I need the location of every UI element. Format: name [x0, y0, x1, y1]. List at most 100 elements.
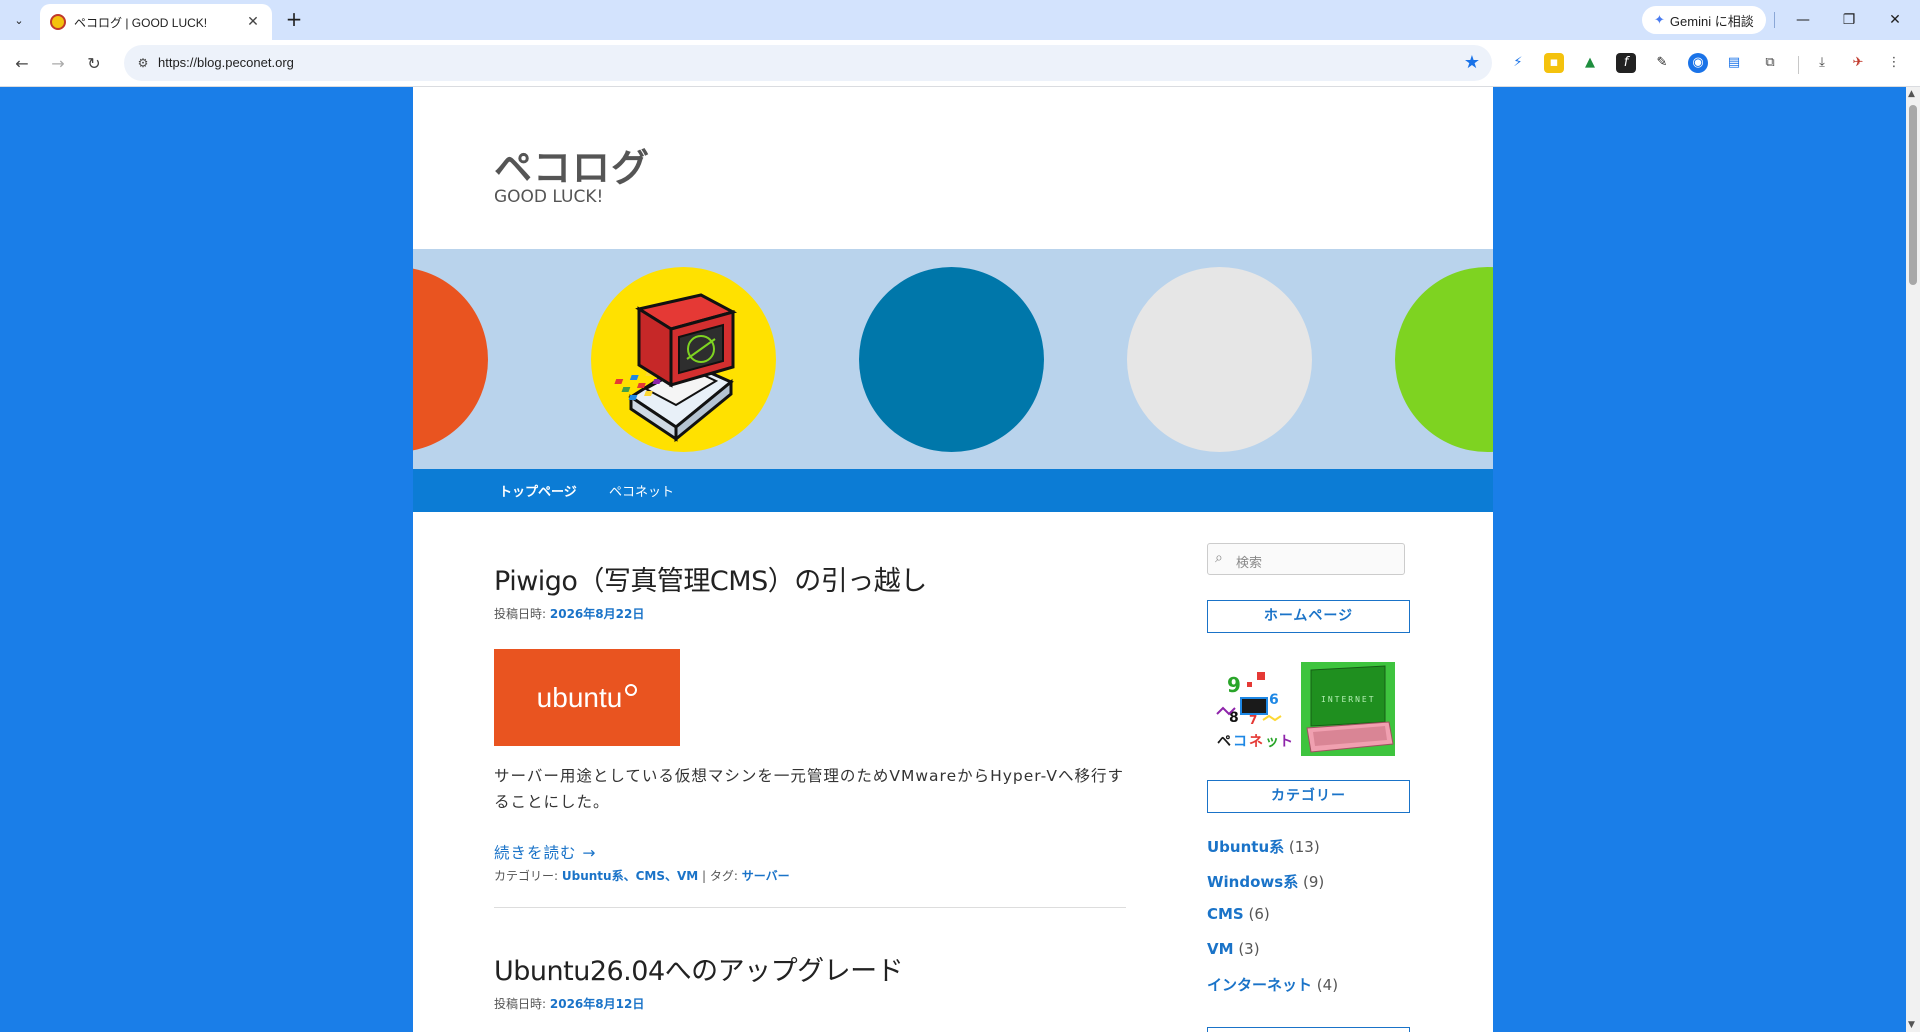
post-category-links[interactable]: Ubuntu系、CMS、VM [562, 869, 698, 883]
svg-text:ッ: ッ [1265, 734, 1279, 750]
tab-strip: ⌄ ペコログ | GOOD LUCK! ✕ + ✦ Gemini に相談 — ❐… [0, 0, 1920, 40]
scroll-down-arrow-icon[interactable]: ▼ [1908, 1020, 1915, 1030]
header-circle-yellow [591, 267, 776, 452]
category-link[interactable]: Ubuntu系 [1207, 838, 1284, 856]
download-icon[interactable]: ⤓ [1812, 53, 1832, 73]
category-item: CMS (6) [1207, 905, 1270, 923]
category-count: (6) [1248, 905, 1270, 923]
peconet-banner[interactable]: 9 6 8 7 ペ コ ネ ッ ト [1213, 662, 1297, 754]
svg-text:7: 7 [1249, 713, 1257, 727]
ubuntu-logo-icon [625, 683, 638, 696]
url-text[interactable]: https://blog.peconet.org [158, 55, 294, 70]
internet-banner[interactable]: INTERNET [1301, 662, 1395, 756]
category-link[interactable]: VM [1207, 940, 1234, 958]
gemini-label: Gemini に相談 [1669, 13, 1754, 29]
pen-extension-icon[interactable]: ✎ [1652, 53, 1672, 73]
note-extension-icon[interactable]: ▪ [1544, 53, 1564, 73]
post-title[interactable]: Piwigo（写真管理CMS）の引っ越し [494, 559, 927, 598]
svg-text:INTERNET: INTERNET [1321, 695, 1376, 704]
doc-extension-icon[interactable]: ▤ [1724, 53, 1744, 73]
header-image[interactable] [413, 249, 1493, 469]
category-item: インターネット (4) [1207, 974, 1338, 995]
menu-kebab-icon[interactable]: ⋮ [1884, 53, 1904, 73]
reload-icon[interactable]: ↻ [82, 52, 106, 76]
post-date-link[interactable]: 2026年8月12日 [550, 997, 644, 1011]
restore-icon[interactable]: ❐ [1834, 8, 1864, 32]
page-scrollbar[interactable]: ▲ ▼ [1906, 87, 1920, 1032]
header-circle-blue [859, 267, 1044, 452]
new-tab-button[interactable]: + [282, 8, 306, 32]
post-tag-link[interactable]: サーバー [742, 869, 790, 883]
back-arrow-icon[interactable]: ← [10, 52, 34, 76]
post-excerpt: サーバー用途としている仮想マシンを一元管理のためVMwareからHyper-Vへ… [494, 767, 1124, 811]
post-meta: 投稿日時: 2026年8月12日 [494, 995, 644, 1012]
category-count: (4) [1316, 976, 1339, 994]
svg-text:ネ: ネ [1249, 734, 1263, 750]
search-icon: ⌕ [1215, 550, 1223, 566]
font-extension-icon[interactable]: f [1616, 53, 1636, 73]
category-item: VM (3) [1207, 940, 1260, 958]
gemini-button[interactable]: ✦ Gemini に相談 [1642, 6, 1766, 34]
separator [1798, 56, 1799, 74]
separator [1774, 12, 1775, 28]
posted-label: 投稿日時: [494, 607, 547, 621]
category-link[interactable]: CMS [1207, 905, 1244, 923]
computer-illustration-icon [614, 293, 738, 443]
post-footer-meta: カテゴリー: Ubuntu系、CMS、VM | タグ: サーバー [494, 867, 790, 884]
main-navigation: トップページ ペコネット [413, 469, 1493, 512]
post-thumbnail[interactable]: ubuntu [494, 649, 680, 746]
svg-text:6: 6 [1269, 692, 1279, 708]
favicon-icon [50, 14, 66, 30]
next-widget-title [1207, 1027, 1410, 1032]
header-circle-green [1395, 267, 1493, 452]
active-tab[interactable]: ペコログ | GOOD LUCK! ✕ [40, 4, 272, 40]
site-info-icon[interactable]: ⚙ [134, 54, 152, 72]
tab-title: ペコログ | GOOD LUCK! [74, 15, 208, 30]
nav-item-peconet[interactable]: ペコネット [609, 481, 674, 500]
svg-text:ペ: ペ [1217, 734, 1231, 750]
scroll-up-arrow-icon[interactable]: ▲ [1908, 89, 1915, 99]
scroll-thumb[interactable] [1909, 105, 1917, 285]
minimize-icon[interactable]: — [1788, 8, 1818, 32]
category-link[interactable]: インターネット [1207, 976, 1312, 994]
category-item: Ubuntu系 (13) [1207, 836, 1320, 857]
post-title[interactable]: Ubuntu26.04へのアップグレード [494, 949, 904, 988]
close-window-icon[interactable]: ✕ [1880, 8, 1910, 32]
bolt-extension-icon[interactable]: ⚡ [1508, 53, 1528, 73]
post-meta: 投稿日時: 2026年8月22日 [494, 605, 644, 622]
category-count: (3) [1238, 940, 1260, 958]
header-circle-orange [413, 267, 488, 452]
posted-label: 投稿日時: [494, 997, 547, 1011]
internet-laptop-icon: INTERNET [1301, 662, 1395, 756]
address-bar[interactable]: ⚙ https://blog.peconet.org ★ [124, 45, 1492, 81]
tab-search-chevron-icon[interactable]: ⌄ [8, 9, 30, 31]
category-item: Windows系 (9) [1207, 871, 1324, 892]
ubuntu-logo-text: ubuntu [536, 681, 623, 713]
svg-text:コ: コ [1233, 734, 1247, 750]
nav-item-top-page[interactable]: トップページ [499, 481, 577, 500]
read-more-link[interactable]: 続きを読む → [494, 841, 596, 863]
profile-avatar-icon[interactable]: ✈ [1848, 53, 1868, 73]
bookmark-star-icon[interactable]: ★ [1464, 52, 1480, 73]
category-count: (9) [1302, 873, 1325, 891]
puzzle-extensions-icon[interactable]: ⧉ [1760, 53, 1780, 73]
page-container: ペコログ GOOD LUCK! トップページ ペコネット Piwigo（写真管理… [413, 87, 1493, 1032]
category-count: (13) [1288, 838, 1320, 856]
category-label: カテゴリー: [494, 869, 559, 883]
search-placeholder: 検索 [1236, 556, 1263, 571]
drive-extension-icon[interactable]: ▲ [1580, 53, 1600, 73]
post-date-link[interactable]: 2026年8月22日 [550, 607, 644, 621]
tag-label: | タグ: [702, 869, 738, 883]
category-link[interactable]: Windows系 [1207, 873, 1298, 891]
category-widget-title: カテゴリー [1207, 780, 1410, 813]
globe-extension-icon[interactable]: ◉ [1688, 53, 1708, 73]
svg-text:ト: ト [1279, 734, 1293, 750]
browser-toolbar: ← → ↻ ⚙ https://blog.peconet.org ★ ⚡ ▪ ▲… [0, 40, 1920, 87]
gemini-sparkle-icon: ✦ [1654, 12, 1665, 27]
search-input[interactable]: ⌕ 検索 [1207, 543, 1405, 575]
forward-arrow-icon[interactable]: → [46, 52, 70, 76]
tab-close-icon[interactable]: ✕ [244, 14, 262, 30]
site-description: GOOD LUCK! [494, 187, 604, 207]
peconet-logo-icon: 9 6 8 7 ペ コ ネ ッ ト [1216, 672, 1293, 750]
site-title[interactable]: ペコログ [494, 137, 650, 192]
